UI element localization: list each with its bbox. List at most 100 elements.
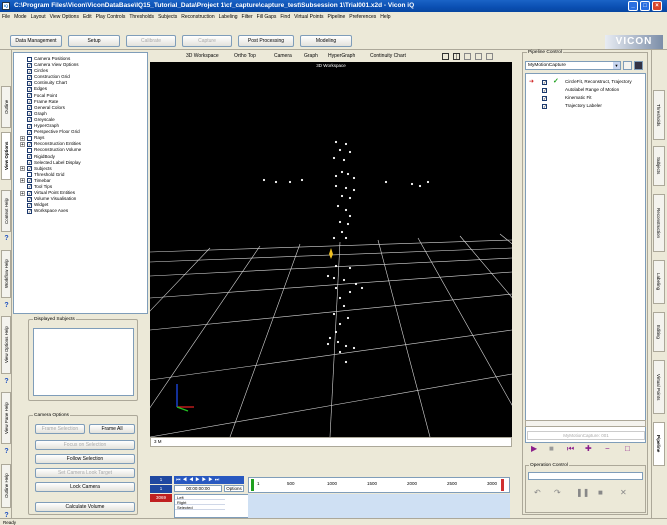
menu-file[interactable]: File [2,14,10,20]
stop-icon[interactable]: ■ [598,488,603,497]
pipeline-name-field[interactable]: MyMotionCapture: 001 [527,431,645,440]
menu-find[interactable]: Find [280,14,290,20]
tab-continuity-chart[interactable]: Continuity Chart [370,51,406,62]
checkbox[interactable]: ✓ [542,95,547,101]
menu-help[interactable]: Help [380,14,390,20]
menu-mode[interactable]: Mode [14,14,27,20]
tab-3d-workspace[interactable]: 3D Workspace [186,51,219,62]
checkbox[interactable]: ✓ [27,111,32,117]
horizontal-scrollbar[interactable] [525,420,646,427]
checkbox[interactable] [27,135,32,141]
checkbox[interactable]: ✓ [27,196,32,202]
data-management-button[interactable]: Data Management [10,35,62,47]
tab-hypergraph[interactable]: HyperGraph [328,51,355,62]
post-processing-button[interactable]: Post Processing [238,35,294,47]
timebar-options-button[interactable]: Options [224,485,244,492]
checkbox[interactable] [27,172,32,178]
focus-on-selection-button[interactable]: Focus on Selection [35,440,135,450]
checkbox[interactable]: ✓ [27,105,32,111]
split-view-icon[interactable] [453,53,460,60]
layout-menu-icon[interactable] [486,53,493,60]
modeling-button[interactable]: Modeling [300,35,352,47]
operation-control-field[interactable] [528,472,643,480]
pipeline-item[interactable]: ✓ Trajectory Labeler [526,102,645,110]
checkbox[interactable]: ✓ [27,202,32,208]
cancel-icon[interactable]: ✕ [620,488,627,497]
menu-subjects[interactable]: Subjects [158,14,177,20]
expand-icon[interactable]: + [20,178,25,184]
menu-thresholds[interactable]: Thresholds [129,14,154,20]
single-view-icon[interactable] [442,53,449,60]
checkbox[interactable]: ✓ [27,184,32,190]
menu-preferences[interactable]: Preferences [349,14,376,20]
checkbox[interactable]: ✓ [27,68,32,74]
checkbox[interactable]: ✓ [27,129,32,135]
checkbox[interactable]: ✓ [27,93,32,99]
tab-labeling[interactable]: Labeling [653,260,665,304]
menu-filter[interactable]: Filter [242,14,253,20]
pipeline-item[interactable]: ✓ Kinematic Fit [526,94,645,102]
lock-camera-button[interactable]: Lock Camera [35,482,135,492]
tab-view-options-help[interactable]: View Options Help [1,316,11,374]
menu-pipeline[interactable]: Pipeline [327,14,345,20]
checkbox[interactable]: ✓ [27,80,32,86]
timeline-ruler[interactable]: 1 500 1000 1500 2000 2500 3000 [248,477,510,493]
tab-subjects[interactable]: Subjects [653,146,665,186]
skip-icon[interactable]: ⏮ [567,443,574,455]
menu-view-options[interactable]: View Options [50,14,79,20]
timecode-field[interactable]: 00:00:00:00 [174,485,222,492]
checkbox[interactable]: ✓ [27,141,32,147]
frame-current[interactable]: 1 [150,485,172,493]
pipeline-item[interactable]: ✓ Autolabel Range of Motion [526,86,645,94]
maximize-button[interactable]: □ [640,1,650,11]
tab-reconstruction[interactable]: Reconstruction [653,194,665,252]
checkbox[interactable]: ✓ [27,117,32,123]
follow-selection-button[interactable]: Follow Selection [35,454,135,464]
layout-icon[interactable] [464,53,471,60]
tab-editing[interactable]: Editing [653,312,665,352]
menu-fill-gaps[interactable]: Fill Gaps [257,14,277,20]
tab-outline-help[interactable]: Outline Help [1,464,11,508]
expand-icon[interactable]: + [20,190,25,196]
tab-camera[interactable]: Camera [274,51,292,62]
setup-button[interactable]: Setup [68,35,120,47]
minimize-button[interactable]: _ [628,1,638,11]
checkbox[interactable]: ✓ [27,86,32,92]
tab-view-options[interactable]: View Options [1,132,11,180]
tab-thresholds[interactable]: Thresholds [653,90,665,140]
checkbox[interactable]: ✓ [27,178,32,184]
pipeline-select[interactable]: MyMotionCapture ▼ [525,61,621,70]
tab-workflow-help[interactable]: Workflow Help [1,250,11,298]
undo-icon[interactable]: ↶ [534,488,541,497]
calibrate-button[interactable]: Calibrate [126,35,176,47]
displayed-subjects-list[interactable] [33,328,134,396]
tab-graph[interactable]: Graph [304,51,318,62]
set-camera-look-target-button[interactable]: Set Camera Look Target [35,468,135,478]
checkbox[interactable]: ✓ [27,99,32,105]
playhead-end[interactable] [501,479,504,491]
tab-pipeline[interactable]: Pipeline [653,422,665,466]
menu-reconstruction[interactable]: Reconstruction [181,14,214,20]
checkbox[interactable]: ✓ [542,103,547,109]
expand-icon[interactable]: + [20,135,25,141]
add-icon[interactable]: ✚ [585,443,592,455]
pipeline-new-icon[interactable] [623,61,632,70]
close-button[interactable]: × [652,1,662,11]
pipeline-item[interactable]: ➜ ✓ ✓ CircleFit, Reconstruct, Trajectory [526,78,645,86]
frame-selection-button[interactable]: Frame Selection [35,424,85,434]
checkbox[interactable]: ✓ [542,79,547,85]
checkbox[interactable]: ✓ [27,74,32,80]
menu-layout[interactable]: Layout [31,14,46,20]
checkbox[interactable] [27,56,32,62]
save-icon[interactable] [634,61,643,70]
checkbox[interactable]: ✓ [27,62,32,68]
view-option-item[interactable]: ✓ Workspace Axes [14,208,147,214]
calculate-volume-button[interactable]: Calculate Volume [35,502,135,512]
frame-end[interactable]: 3069 [150,494,172,502]
tab-outline[interactable]: Outline [1,86,11,128]
track-selected[interactable]: Selected [175,505,225,510]
redo-icon[interactable]: ↷ [554,488,561,497]
pause-icon[interactable]: ❚❚ [576,488,589,497]
tab-context-help[interactable]: Context Help [1,190,11,232]
capture-button[interactable]: Capture [182,35,232,47]
